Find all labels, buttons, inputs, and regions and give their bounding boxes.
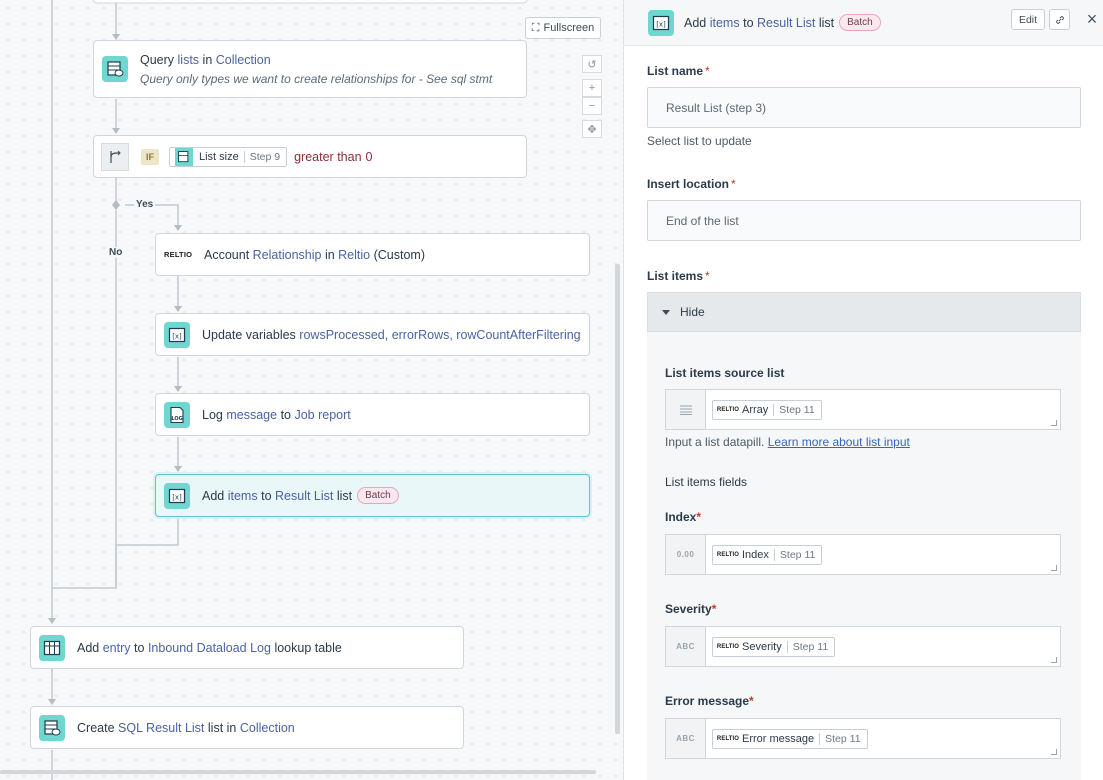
variable-icon: [x] — [648, 9, 674, 36]
collection-icon — [39, 714, 65, 741]
move-icon: ✥ — [587, 123, 597, 136]
step-create-sql-result-list[interactable]: Create SQL Result List list in Collectio… — [30, 706, 464, 749]
condition-operator: greater than — [294, 149, 362, 164]
list-items-section: Hide List items source list RELTIO Array… — [647, 292, 1081, 780]
fullscreen-button[interactable]: ⛶ Fullscreen — [525, 17, 601, 39]
list-items-label: List items * — [647, 269, 710, 283]
text-type-icon: ABC — [666, 627, 706, 666]
batch-badge: Batch — [839, 14, 881, 31]
plus-icon: + — [588, 82, 596, 94]
svg-text:LOG: LOG — [171, 416, 182, 422]
log-icon: LOG — [164, 401, 190, 428]
svg-text:[x]: [x] — [172, 493, 182, 501]
collection-icon — [102, 56, 128, 82]
undo-icon: ↺ — [587, 58, 597, 71]
branch-yes-label: Yes — [134, 199, 156, 210]
variable-icon: [x] — [164, 321, 190, 348]
batch-badge: Batch — [357, 487, 399, 504]
list-type-icon — [666, 390, 706, 429]
reltio-logo: RELTIO — [716, 551, 740, 558]
edit-button[interactable]: Edit — [1011, 9, 1045, 30]
severity-label: Severity* — [665, 602, 717, 616]
step-config-panel: [x] Add items to Result List list Batch … — [623, 0, 1103, 780]
datapill-array[interactable]: RELTIO Array Step 11 — [712, 399, 822, 420]
if-tag: IF — [141, 148, 159, 165]
branch-icon — [101, 142, 129, 171]
insert-location-field[interactable]: End of the list — [647, 200, 1081, 241]
reltio-logo: RELTIO — [716, 643, 740, 650]
list-name-help: Select list to update — [647, 134, 752, 148]
panel-title: Add items to Result List list — [684, 15, 835, 30]
close-icon: × — [1086, 9, 1098, 29]
reltio-logo: RELTIO — [716, 406, 740, 413]
center-view-button[interactable]: ✥ — [582, 120, 602, 138]
index-label: Index* — [665, 510, 702, 524]
insert-location-label: Insert location * — [647, 177, 736, 191]
step-add-entry-lookup[interactable]: Add entry to Inbound Dataload Log lookup… — [30, 626, 464, 669]
lookup-table-icon — [39, 634, 65, 661]
condition-value: 0 — [365, 149, 373, 164]
canvas-vertical-scrollbar[interactable] — [615, 264, 620, 734]
list-name-field[interactable]: Result List (step 3) — [647, 87, 1081, 128]
number-type-icon: 0.00 — [666, 535, 706, 574]
step-log-message[interactable]: LOG Log message to Job report — [155, 393, 590, 436]
minus-icon: − — [588, 100, 596, 112]
reltio-logo: RELTIO — [716, 735, 740, 742]
caret-down-icon — [662, 309, 670, 315]
reltio-logo: RELTIO — [164, 250, 193, 259]
list-name-label: List name * — [647, 64, 710, 78]
step-comment: Query only types we want to create relat… — [140, 71, 493, 86]
svg-text:[x]: [x] — [172, 332, 182, 340]
step-add-items-active[interactable]: [x] Add items to Result List list Batch — [155, 474, 590, 517]
collection-icon — [175, 147, 193, 166]
fullscreen-icon: ⛶ — [531, 21, 540, 34]
step-reltio-account-relationship[interactable]: RELTIO Account Relationship in Reltio (C… — [155, 233, 590, 276]
step-query-lists[interactable]: Query lists in Collection Query only typ… — [93, 40, 527, 98]
copy-link-button[interactable] — [1049, 9, 1070, 30]
source-list-label: List items source list — [665, 366, 785, 380]
reset-view-button[interactable]: ↺ — [582, 55, 602, 73]
link-icon — [1055, 15, 1064, 24]
list-items-toggle[interactable]: Hide — [647, 292, 1081, 332]
variable-icon: [x] — [164, 482, 190, 509]
zoom-in-button[interactable]: + — [582, 79, 602, 97]
step-update-variables[interactable]: [x] Update variables rowsProcessed, erro… — [155, 313, 590, 356]
branch-no-label: No — [107, 247, 125, 258]
source-list-field[interactable]: RELTIO Array Step 11 — [665, 389, 1061, 430]
resize-handle-icon[interactable] — [1051, 565, 1057, 571]
canvas-horizontal-scrollbar[interactable] — [0, 770, 596, 774]
source-list-help: Input a list datapill. Learn more about … — [665, 435, 910, 449]
severity-field[interactable]: ABC RELTIO Severity Step 11 — [665, 626, 1061, 667]
learn-more-link[interactable]: Learn more about list input — [768, 435, 910, 449]
zoom-out-button[interactable]: − — [582, 97, 602, 115]
resize-handle-icon[interactable] — [1051, 749, 1057, 755]
datapill-error-message[interactable]: RELTIO Error message Step 11 — [712, 728, 868, 749]
error-message-label: Error message* — [665, 694, 754, 708]
text-type-icon: ABC — [666, 719, 706, 758]
error-message-field[interactable]: ABC RELTIO Error message Step 11 — [665, 718, 1061, 759]
svg-text:[x]: [x] — [656, 20, 666, 28]
fields-label: List items fields — [665, 475, 748, 489]
resize-handle-icon[interactable] — [1051, 657, 1057, 663]
index-field[interactable]: 0.00 RELTIO Index Step 11 — [665, 534, 1061, 575]
datapill-severity[interactable]: RELTIO Severity Step 11 — [712, 636, 836, 657]
close-panel-button[interactable]: × — [1084, 9, 1100, 30]
resize-handle-icon[interactable] — [1051, 420, 1057, 426]
datapill-index[interactable]: RELTIO Index Step 11 — [712, 544, 823, 565]
recipe-canvas: ⛶ Fullscreen ↺ + − ✥ Query lists in Coll… — [0, 0, 623, 780]
datapill-list-size[interactable]: List size Step 9 — [169, 146, 288, 167]
step-if-condition[interactable]: IF List size Step 9 greater than 0 — [93, 135, 527, 178]
